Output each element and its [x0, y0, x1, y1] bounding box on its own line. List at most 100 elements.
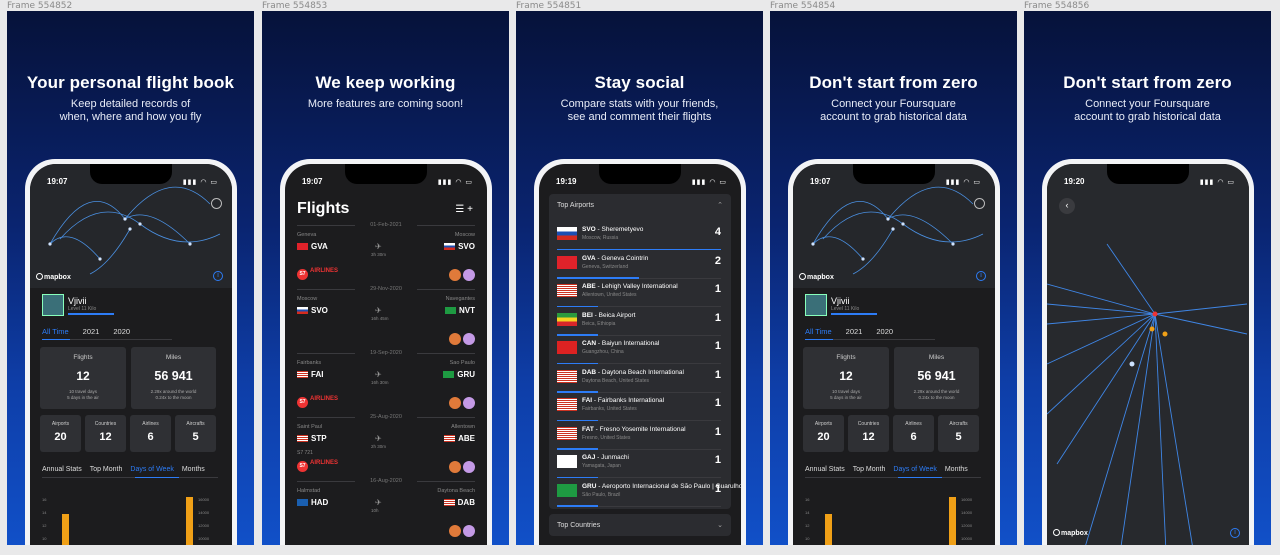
airport-row[interactable]: SVO - Sheremetyevo Moscow, Russia 4: [557, 222, 721, 250]
info-icon[interactable]: i: [1230, 528, 1240, 538]
tab-stat[interactable]: Top Month: [853, 466, 886, 473]
flights-card[interactable]: Flights 12 10 travel days 5 days in the air: [40, 347, 126, 409]
chevron-down-icon[interactable]: ⌄: [717, 521, 723, 529]
hero-subtitle-line2: see and comment their flights: [567, 111, 712, 123]
level-progress: [68, 313, 114, 315]
from-city: Moscow: [297, 296, 318, 302]
airport-row[interactable]: DAB - Daytona Beach International Daytona…: [557, 365, 721, 393]
tab-year[interactable]: All Time: [42, 327, 69, 336]
duration: 16h 45m: [371, 316, 389, 321]
avatar[interactable]: [805, 294, 827, 316]
companion-avatar[interactable]: [463, 461, 475, 473]
countries-card[interactable]: Countries 12: [85, 415, 126, 452]
hero-subtitle-line1: Compare stats with your friends,: [560, 98, 719, 110]
route-map[interactable]: [1047, 164, 1249, 545]
flights-card[interactable]: Flights 12 10 travel days 5 days in the air: [803, 347, 889, 409]
airports-card[interactable]: Airports 20: [40, 415, 81, 452]
status-bar: 19:07 ▮▮▮ ◠ ▭: [30, 177, 232, 191]
flight-item[interactable]: Saint Paul Allentown STP ABE ✈ 2h 30m S7 721 S7…: [297, 424, 475, 484]
companion-avatar[interactable]: [463, 525, 475, 537]
companion-avatar[interactable]: [449, 333, 461, 345]
airport-row[interactable]: CAN - Baiyun International Guangzhou, Chi…: [557, 336, 721, 364]
frame-label: Frame 554853: [262, 1, 328, 11]
duration: 2h 30m: [371, 444, 387, 449]
status-icons: ▮▮▮ ◠ ▭: [182, 179, 218, 186]
miles-card[interactable]: Miles 56 941 2.29x around the world 0.24x t…: [131, 347, 216, 409]
to-code: ABE: [444, 434, 475, 443]
flight-item[interactable]: Halmstad Daytona Beach HAD DAB ✈ 10h: [297, 488, 475, 545]
companion-avatar[interactable]: [449, 269, 461, 281]
chevron-up-icon[interactable]: ⌃: [717, 201, 723, 209]
airline: S7 AIRLINES: [297, 460, 338, 472]
airport-code: GAJ: [582, 454, 596, 461]
countries-card[interactable]: Countries 12: [848, 415, 889, 452]
airport-marker[interactable]: [1162, 331, 1168, 337]
globe-icon[interactable]: [211, 198, 222, 209]
countries-label: Countries: [94, 421, 117, 427]
aircrafts-card[interactable]: Aircrafts 5: [175, 415, 216, 452]
mapbox-logo: mapbox: [36, 273, 71, 281]
route-line: [124, 186, 211, 220]
companion-avatar[interactable]: [463, 333, 475, 345]
companion-avatar[interactable]: [449, 461, 461, 473]
avatar[interactable]: [42, 294, 64, 316]
hero: Don't start from zero Connect your Foursq…: [1024, 73, 1271, 124]
info-icon[interactable]: i: [976, 271, 986, 281]
airport-location: Allentown, United States: [582, 292, 637, 298]
airport-row[interactable]: BEI - Beica Airport Beica, Ethiopia 1: [557, 308, 721, 336]
companion-avatar[interactable]: [463, 397, 475, 409]
plus-icon[interactable]: +: [467, 204, 473, 215]
flag-icon: [557, 341, 577, 354]
airport-marker[interactable]: [1129, 361, 1135, 367]
mapbox-icon: [1053, 529, 1060, 536]
flight-item[interactable]: Geneva Moscow GVA SVO ✈ 3h 30m S7 AIRLINES: [297, 232, 475, 292]
flight-item[interactable]: Fairbanks Sao Paulo FAI GRU ✈ 16h 30m S7 AIRLIN…: [297, 360, 475, 420]
airport-row[interactable]: GRU - Aeroporto Internacional de São Pau…: [557, 479, 741, 507]
tab-stat[interactable]: Days of Week: [893, 466, 936, 473]
top-countries-panel[interactable]: Top Countries ⌄: [549, 514, 731, 536]
airport-row[interactable]: FAI - Fairbanks International Fairbanks, …: [557, 393, 721, 421]
airlines-card[interactable]: Airlines 6: [893, 415, 934, 452]
miles-card[interactable]: Miles 56 941 2.29x around the world 0.24x t…: [894, 347, 979, 409]
tab-stat[interactable]: Annual Stats: [42, 466, 82, 473]
airport-row[interactable]: ABE - Lehigh Valley International Allento…: [557, 279, 721, 307]
filter-icon[interactable]: ☰: [455, 204, 467, 215]
tab-year[interactable]: 2020: [113, 327, 130, 336]
companion-avatar[interactable]: [449, 397, 461, 409]
companion-avatar[interactable]: [449, 525, 461, 537]
page-title: Flights: [297, 200, 350, 217]
airlines-card[interactable]: Airlines 6: [130, 415, 171, 452]
tab-stat[interactable]: Days of Week: [130, 466, 173, 473]
panel-header[interactable]: Top Airports ⌃: [549, 194, 731, 217]
airport-marker[interactable]: [1152, 311, 1158, 317]
airport-count: 1: [714, 311, 721, 324]
airports-card[interactable]: Airports 20: [803, 415, 844, 452]
airport-title: Geneva Cointrin: [601, 254, 649, 262]
airport-row[interactable]: GAJ - Junmachi Yamagata, Japan 1: [557, 450, 721, 478]
flag-icon: [297, 499, 308, 506]
status-icons: ▮▮▮ ◠ ▭: [1199, 179, 1235, 186]
airport-row[interactable]: GVA - Geneva Cointrin Geneva, Switzerland…: [557, 251, 721, 279]
tab-year[interactable]: 2021: [83, 327, 100, 336]
airport-dot: [886, 217, 890, 221]
aircrafts-card[interactable]: Aircrafts 5: [938, 415, 979, 452]
tab-year[interactable]: 2020: [876, 327, 893, 336]
airport-dot: [811, 242, 815, 246]
airport-row[interactable]: FAT - Fresno Yosemite International Fresn…: [557, 422, 721, 450]
airport-marker[interactable]: [1149, 326, 1155, 332]
tab-stat[interactable]: Annual Stats: [805, 466, 845, 473]
user-name: Vjivii: [831, 296, 850, 306]
tab-stat[interactable]: Months: [945, 466, 968, 473]
flight-item[interactable]: Moscow Navegantes SVO NVT ✈ 16h 45m: [297, 296, 475, 356]
tab-stat[interactable]: Top Month: [90, 466, 123, 473]
tab-year[interactable]: 2021: [846, 327, 863, 336]
globe-icon[interactable]: [974, 198, 985, 209]
tab-stat[interactable]: Months: [182, 466, 205, 473]
plane-icon: ✈: [375, 242, 382, 251]
companion-avatar[interactable]: [463, 269, 475, 281]
route-line: [49, 236, 101, 260]
tab-year[interactable]: All Time: [805, 327, 832, 336]
airport-title: Beica Airport: [598, 311, 636, 319]
back-button[interactable]: ‹: [1059, 198, 1075, 214]
info-icon[interactable]: i: [213, 271, 223, 281]
